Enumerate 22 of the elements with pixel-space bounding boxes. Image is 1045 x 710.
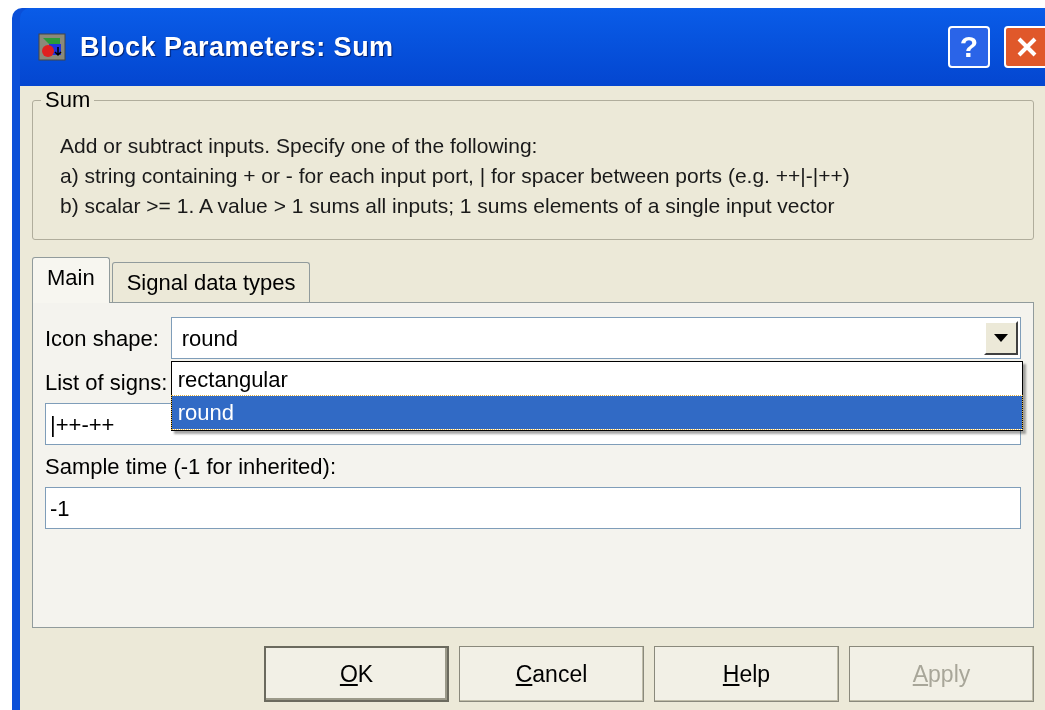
tab[interactable]: Main xyxy=(32,257,110,303)
field-label: Icon shape: xyxy=(45,324,159,353)
dropdown-arrow-button[interactable] xyxy=(984,321,1018,355)
field-label: List of signs: xyxy=(45,369,168,397)
description-text: Add or subtract inputs. Specify one of the following: xyxy=(60,133,539,159)
description-text: b) scalar >= 1. A value > 1 sums all inputs; 1 sums elements of a single input vector xyxy=(60,193,836,219)
input-field[interactable]: -1 xyxy=(45,487,1021,529)
window-title: Block Parameters: Sum xyxy=(80,30,395,64)
dialog-button[interactable]: Help xyxy=(654,646,839,702)
dropdown-option[interactable]: rectangular xyxy=(171,363,1022,396)
close-button[interactable] xyxy=(1004,26,1045,68)
tab[interactable]: Signal data types xyxy=(111,262,311,302)
dialog-button[interactable]: Cancel xyxy=(459,646,644,702)
dropdown-option[interactable]: round xyxy=(171,396,1022,429)
close-icon xyxy=(1015,35,1039,59)
icon-shape-dropdown[interactable]: round xyxy=(170,317,1021,359)
help-button[interactable]: ? xyxy=(948,26,990,68)
app-icon xyxy=(38,33,66,61)
caret-down-icon xyxy=(994,334,1008,342)
field-label: Sample time (-1 for inherited): xyxy=(45,453,336,481)
dialog-button[interactable]: OK xyxy=(264,646,449,702)
description-text: a) string containing + or - for each input port, | for spacer between ports (e.g. ++|-|++) xyxy=(60,163,851,189)
